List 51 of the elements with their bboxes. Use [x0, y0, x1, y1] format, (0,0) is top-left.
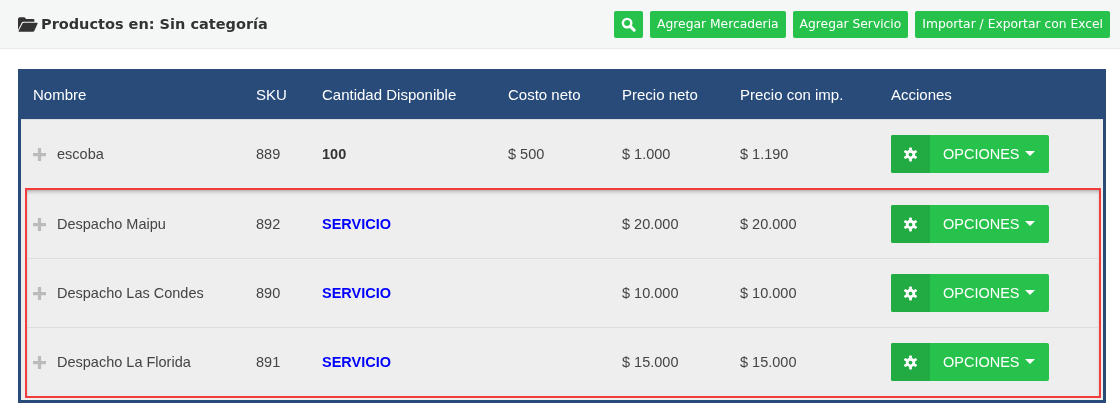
price-cell: $ 20.000 — [622, 216, 679, 232]
product-name: Despacho Maipu — [57, 216, 166, 232]
column-header: Costo neto — [508, 85, 582, 103]
column-header: Acciones — [891, 85, 953, 103]
caret-icon — [1024, 359, 1035, 365]
expand-plus-icon[interactable] — [33, 286, 46, 300]
price-cell: $ 10.000 — [622, 285, 679, 301]
sku-cell: 892 — [256, 216, 281, 232]
sku-cell: 891 — [256, 354, 281, 370]
product-name: Despacho Las Condes — [57, 285, 204, 301]
toolbar-button[interactable]: Agregar Servicio — [792, 10, 909, 38]
expand-plus-icon[interactable] — [33, 147, 46, 161]
service-label: SERVICIO — [322, 354, 392, 370]
options-dropdown-button[interactable]: OPCIONES — [891, 274, 1049, 312]
folder-icon — [18, 16, 38, 32]
product-name: Despacho La Florida — [57, 354, 191, 370]
expand-plus-icon[interactable] — [33, 355, 46, 369]
search-icon — [621, 16, 637, 32]
toolbar-button[interactable]: Agregar Mercaderia — [650, 10, 786, 38]
caret-icon — [1024, 151, 1035, 157]
caret-icon — [1024, 221, 1035, 227]
price-tax-cell: $ 10.000 — [740, 285, 797, 301]
cost-cell: $ 500 — [508, 146, 545, 162]
price-tax-cell: $ 1.190 — [740, 146, 789, 162]
column-header: Nombre — [32, 85, 88, 103]
price-cell: $ 1.000 — [622, 146, 671, 162]
price-tax-cell: $ 20.000 — [740, 216, 797, 232]
column-header: SKU — [256, 85, 288, 103]
expand-plus-icon[interactable] — [33, 217, 46, 231]
sku-cell: 890 — [256, 285, 281, 301]
price-tax-cell: $ 15.000 — [740, 354, 797, 370]
options-dropdown-button[interactable]: OPCIONES — [891, 343, 1049, 381]
column-header: Cantidad Disponible — [322, 85, 458, 103]
column-header: Precio neto — [622, 85, 699, 103]
service-label: SERVICIO — [322, 285, 392, 301]
service-label: SERVICIO — [322, 216, 392, 232]
price-cell: $ 15.000 — [622, 354, 679, 370]
caret-icon — [1024, 290, 1035, 296]
gear-icon — [903, 354, 918, 370]
gear-icon — [903, 216, 918, 232]
gear-icon — [903, 146, 918, 162]
options-dropdown-button[interactable]: OPCIONES — [891, 205, 1049, 243]
toolbar-button[interactable]: Importar / Exportar con Excel — [915, 10, 1110, 38]
page-title: Productos en: Sin categoría — [41, 16, 268, 32]
options-dropdown-button[interactable]: OPCIONES — [891, 135, 1049, 173]
search-button[interactable] — [614, 10, 644, 38]
gear-icon — [903, 285, 918, 301]
sku-cell: 889 — [256, 146, 281, 162]
column-header: Precio con imp. — [740, 85, 845, 103]
product-name: escoba — [57, 146, 104, 162]
quantity-cell: 100 — [322, 146, 347, 162]
